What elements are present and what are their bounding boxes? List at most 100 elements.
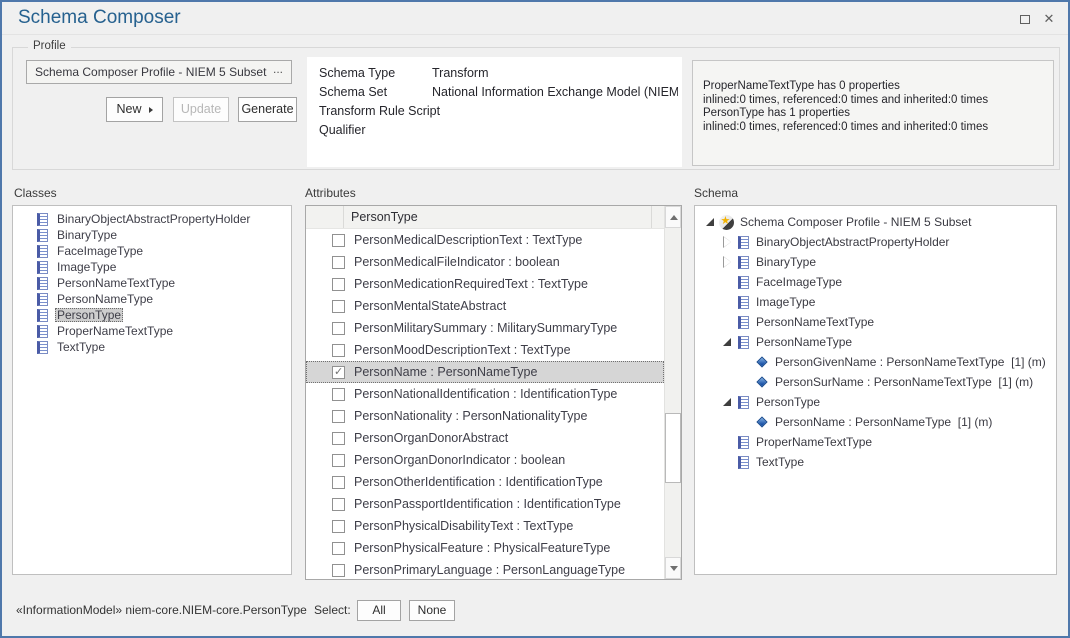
class-item[interactable]: PersonType — [13, 307, 291, 323]
tree-node[interactable]: ProperNameTextType — [695, 432, 1056, 452]
attribute-label: PersonPhysicalDisabilityText : TextType — [354, 519, 573, 533]
collapse-icon[interactable] — [720, 394, 736, 410]
attribute-row[interactable]: PersonMedicalDescriptionText : TextType — [306, 229, 664, 251]
attribute-row[interactable]: PersonMedicationRequiredText : TextType — [306, 273, 664, 295]
attribute-row[interactable]: PersonPassportIdentification : Identific… — [306, 493, 664, 515]
attributes-section-label: Attributes — [305, 186, 356, 200]
collapse-icon[interactable] — [720, 334, 736, 350]
attribute-checkbox[interactable] — [332, 564, 345, 577]
attribute-row[interactable]: PersonPhysicalDisabilityText : TextType — [306, 515, 664, 537]
class-item[interactable]: ProperNameTextType — [13, 323, 291, 339]
expander-spacer — [720, 294, 736, 310]
class-item-label: ImageType — [55, 260, 118, 274]
attribute-row[interactable]: PersonPrimaryLanguage : PersonLanguageTy… — [306, 559, 664, 579]
tree-node[interactable]: TextType — [695, 452, 1056, 472]
attribute-checkbox[interactable] — [332, 366, 345, 379]
tree-node-label: PersonNameType — [756, 335, 852, 349]
class-icon — [738, 236, 749, 249]
detail-label: Transform Rule Script — [319, 102, 440, 121]
class-item[interactable]: BinaryObjectAbstractPropertyHolder — [13, 211, 291, 227]
detail-value: National Information Exchange Model (NIE… — [432, 83, 678, 102]
attribute-row[interactable]: PersonPhysicalFeature : PhysicalFeatureT… — [306, 537, 664, 559]
attribute-checkbox[interactable] — [332, 432, 345, 445]
class-item[interactable]: ImageType — [13, 259, 291, 275]
tree-node[interactable]: ImageType — [695, 292, 1056, 312]
scroll-up-button[interactable] — [665, 206, 681, 228]
tree-node-label: PersonGivenName : PersonNameTextType [1]… — [775, 355, 1046, 369]
schema-composer-window: { "window": { "title": "Schema Composer"… — [0, 0, 1070, 638]
attribute-checkbox[interactable] — [332, 278, 345, 291]
attribute-checkbox[interactable] — [332, 234, 345, 247]
tree-node[interactable]: PersonSurName : PersonNameTextType [1] (… — [695, 372, 1056, 392]
attribute-checkbox[interactable] — [332, 256, 345, 269]
tree-node[interactable]: PersonName : PersonNameType [1] (m) — [695, 412, 1056, 432]
close-button[interactable]: ✕ — [1040, 11, 1058, 27]
maximize-button[interactable] — [1016, 11, 1034, 27]
attribute-checkbox[interactable] — [332, 388, 345, 401]
profile-dropdown[interactable]: Schema Composer Profile - NIEM 5 Subset … — [26, 60, 292, 84]
attribute-checkbox[interactable] — [332, 520, 345, 533]
attribute-row[interactable]: PersonMilitarySummary : MilitarySummaryT… — [306, 317, 664, 339]
attribute-checkbox[interactable] — [332, 476, 345, 489]
class-item[interactable]: TextType — [13, 339, 291, 355]
summary-line: ProperNameTextType has 0 properties — [703, 80, 1043, 94]
attribute-checkbox[interactable] — [332, 454, 345, 467]
tree-node[interactable]: PersonType — [695, 392, 1056, 412]
tree-node[interactable]: BinaryType — [695, 252, 1056, 272]
attribute-row[interactable]: PersonMoodDescriptionText : TextType — [306, 339, 664, 361]
attribute-checkbox[interactable] — [332, 344, 345, 357]
classes-list: BinaryObjectAbstractPropertyHolderBinary… — [12, 205, 292, 575]
menu-arrow-icon — [149, 107, 153, 113]
attribute-row[interactable]: PersonMedicalFileIndicator : boolean — [306, 251, 664, 273]
update-button[interactable]: Update — [173, 97, 229, 122]
attributes-scrollbar[interactable] — [664, 206, 681, 579]
class-item[interactable]: FaceImageType — [13, 243, 291, 259]
attribute-checkbox[interactable] — [332, 498, 345, 511]
titlebar: Schema Composer ✕ — [2, 2, 1068, 35]
tree-node[interactable]: PersonNameType — [695, 332, 1056, 352]
expand-icon[interactable] — [720, 234, 736, 250]
tree-node[interactable]: FaceImageType — [695, 272, 1056, 292]
attribute-checkbox[interactable] — [332, 410, 345, 423]
class-item[interactable]: PersonNameType — [13, 291, 291, 307]
select-all-button[interactable]: All — [357, 600, 401, 621]
new-button[interactable]: New — [106, 97, 163, 122]
diamond-icon — [756, 416, 767, 427]
schema-tree: Schema Composer Profile - NIEM 5 SubsetB… — [694, 205, 1057, 575]
attribute-row[interactable]: PersonNationalIdentification : Identific… — [306, 383, 664, 405]
attribute-row[interactable]: PersonOrganDonorIndicator : boolean — [306, 449, 664, 471]
detail-row: Qualifier — [307, 121, 682, 140]
detail-label: Schema Type — [319, 64, 395, 83]
expand-icon[interactable] — [720, 254, 736, 270]
detail-row: Schema Type Transform — [307, 64, 682, 83]
tree-node[interactable]: PersonNameTextType — [695, 312, 1056, 332]
attribute-checkbox[interactable] — [332, 300, 345, 313]
class-item-label: FaceImageType — [55, 244, 145, 258]
attribute-checkbox[interactable] — [332, 542, 345, 555]
attribute-row[interactable]: PersonMentalStateAbstract — [306, 295, 664, 317]
class-icon — [738, 396, 749, 409]
browse-icon[interactable]: ... — [273, 58, 283, 80]
detail-value: Transform — [432, 64, 678, 83]
detail-label: Schema Set — [319, 83, 387, 102]
class-icon — [37, 229, 48, 242]
attribute-checkbox[interactable] — [332, 322, 345, 335]
scrollbar-thumb[interactable] — [665, 413, 681, 483]
generate-button[interactable]: Generate — [238, 97, 297, 122]
class-item[interactable]: PersonNameTextType — [13, 275, 291, 291]
tree-node[interactable]: PersonGivenName : PersonNameTextType [1]… — [695, 352, 1056, 372]
class-item[interactable]: BinaryType — [13, 227, 291, 243]
collapse-icon[interactable] — [703, 214, 719, 230]
attributes-header[interactable]: PersonType — [306, 206, 664, 229]
attribute-row[interactable]: PersonNationality : PersonNationalityTyp… — [306, 405, 664, 427]
class-icon — [37, 261, 48, 274]
attribute-row[interactable]: PersonOrganDonorAbstract — [306, 427, 664, 449]
tree-node[interactable]: Schema Composer Profile - NIEM 5 Subset — [695, 212, 1056, 232]
scroll-down-button[interactable] — [665, 557, 681, 579]
attribute-row[interactable]: PersonName : PersonNameType — [306, 361, 664, 383]
class-icon — [37, 245, 48, 258]
attribute-row[interactable]: PersonOtherIdentification : Identificati… — [306, 471, 664, 493]
attribute-label: PersonMedicalDescriptionText : TextType — [354, 233, 582, 247]
tree-node[interactable]: BinaryObjectAbstractPropertyHolder — [695, 232, 1056, 252]
select-none-button[interactable]: None — [409, 600, 455, 621]
